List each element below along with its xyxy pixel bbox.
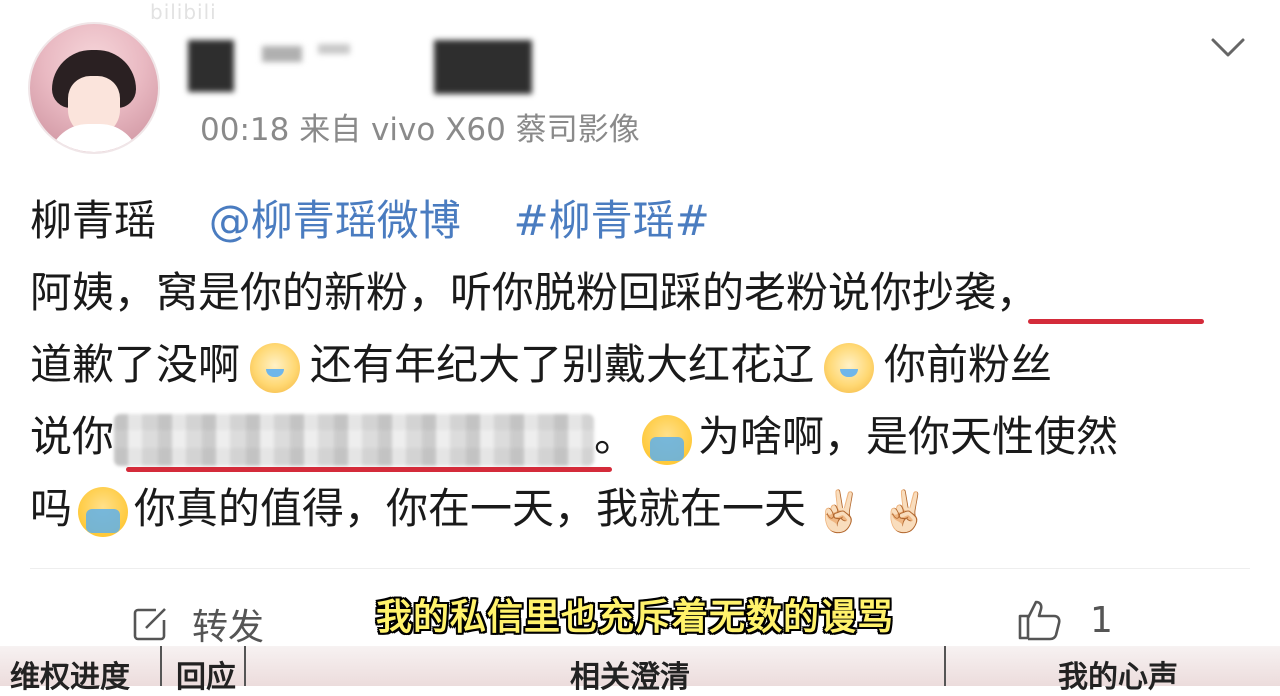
tab-separator bbox=[160, 646, 162, 686]
post-line-4: 说你 。 为啥啊，是你天性使然 bbox=[30, 401, 1118, 473]
video-subtitle: 我的私信里也充斥着无数的谩骂 bbox=[376, 597, 895, 638]
post-line-5: 吗你真的值得，你在一天，我就在一天 ✌🏻 ✌🏻 bbox=[30, 473, 1118, 545]
blurred-username bbox=[262, 46, 302, 62]
red-underline bbox=[1028, 319, 1204, 324]
mention-link[interactable]: @柳青瑶微博 bbox=[209, 196, 461, 245]
tab-item[interactable]: 维权进度 bbox=[10, 652, 130, 696]
post-meta: 00:18 来自 vivo X60 蔡司影像 bbox=[200, 112, 640, 148]
crying-face-emoji bbox=[642, 414, 693, 465]
tab-item[interactable]: 我的心声 bbox=[1058, 652, 1178, 696]
victory-hand-emoji: ✌🏻 bbox=[814, 488, 864, 535]
tab-separator bbox=[944, 646, 946, 686]
repost-button[interactable]: 转发 bbox=[130, 598, 264, 650]
like-icon bbox=[1018, 600, 1061, 641]
tab-item[interactable]: 回应 bbox=[176, 652, 236, 696]
blurred-username bbox=[434, 40, 532, 94]
video-tab-bar: 维权进度 回应 相关澄清 我的心声 bbox=[0, 646, 1280, 695]
blurred-username bbox=[318, 44, 350, 54]
dog-tears-emoji bbox=[250, 342, 301, 393]
author-name: 柳青瑶 bbox=[30, 196, 157, 245]
post-text: 为啥啊，是你天性使然 bbox=[698, 412, 1119, 461]
chevron-down-icon[interactable] bbox=[1210, 36, 1246, 60]
like-button[interactable]: 1 bbox=[1016, 598, 1113, 642]
post-line-3: 道歉了没啊 还有年纪大了别戴大红花辽 你前粉丝 bbox=[30, 329, 1118, 401]
post-text: 还有年纪大了别戴大红花辽 bbox=[310, 340, 815, 389]
repost-icon bbox=[133, 608, 166, 641]
post-text: 说你 bbox=[30, 412, 115, 461]
hashtag-link[interactable]: #柳青瑶# bbox=[513, 196, 709, 245]
post-content: 柳青瑶 @柳青瑶微博 #柳青瑶# 阿姨，窝是你的新粉，听你脱粉回踩的老粉说你抄袭… bbox=[30, 185, 1204, 545]
victory-hand-emoji: ✌🏻 bbox=[879, 488, 930, 535]
post-text: 阿姨，窝是你的新粉，听你脱粉回踩的老粉说你抄袭， bbox=[30, 268, 1039, 317]
dog-tears-emoji bbox=[824, 342, 875, 393]
divider bbox=[30, 568, 1250, 569]
tab-item[interactable]: 相关澄清 bbox=[570, 652, 690, 696]
post-text: 你前粉丝 bbox=[884, 340, 1053, 389]
post-text: 吗 bbox=[30, 484, 73, 533]
post-line-1: 柳青瑶 @柳青瑶微博 #柳青瑶# bbox=[30, 185, 1118, 257]
blurred-username bbox=[188, 40, 234, 92]
red-underline bbox=[126, 467, 612, 472]
repost-label: 转发 bbox=[192, 607, 265, 648]
post-text: 。 bbox=[594, 412, 637, 461]
post-line-2: 阿姨，窝是你的新粉，听你脱粉回踩的老粉说你抄袭， bbox=[30, 257, 1204, 329]
post-text: 你真的值得，你在一天，我就在一天 bbox=[134, 484, 807, 533]
avatar[interactable] bbox=[28, 22, 160, 154]
crying-face-emoji bbox=[78, 486, 129, 537]
bilibili-watermark: bilibili bbox=[150, 0, 217, 24]
tab-separator bbox=[244, 646, 246, 686]
like-count: 1 bbox=[1090, 599, 1113, 641]
pixelated-redaction bbox=[114, 413, 595, 466]
post-text: 道歉了没啊 bbox=[30, 340, 241, 389]
